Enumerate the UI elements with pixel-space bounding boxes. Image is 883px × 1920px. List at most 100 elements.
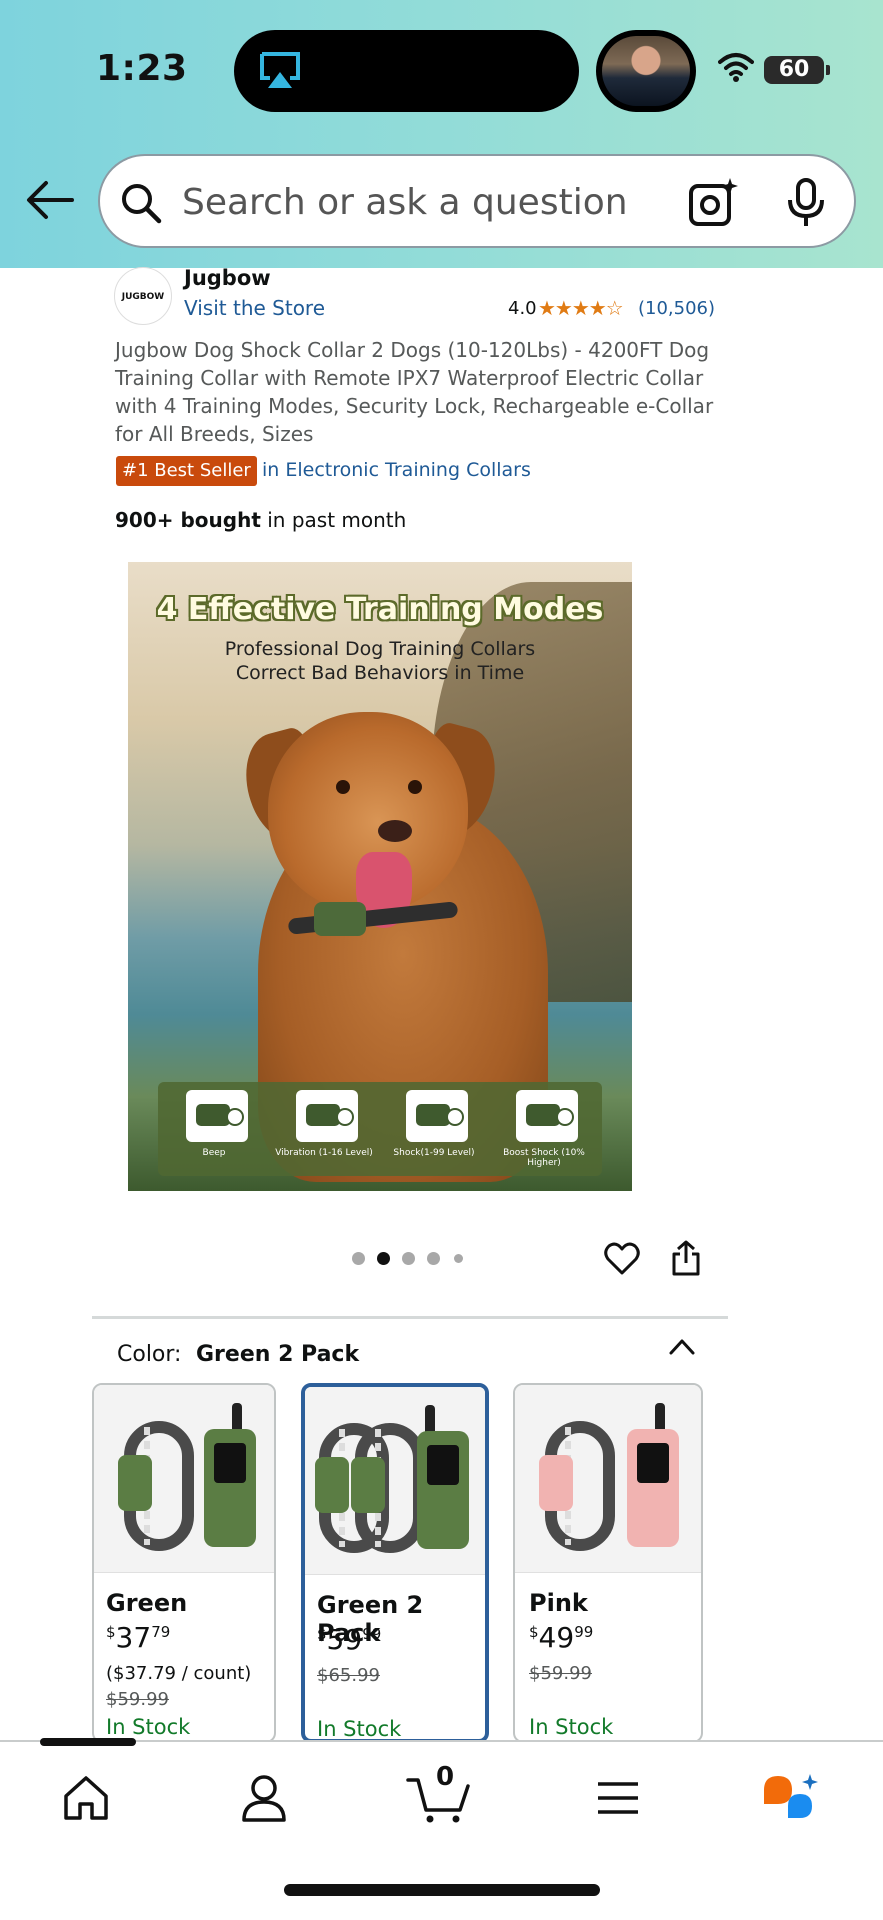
live-activity-avatar[interactable] [596, 30, 696, 112]
search-icon [122, 184, 162, 224]
swatch-green-2-pack[interactable]: Green 2 Pack $5999 $65.99 In Stock [301, 1383, 489, 1743]
swatch-green[interactable]: Green $3779 ($37.79 / count) $59.99 In S… [92, 1383, 276, 1743]
beep-icon [186, 1090, 248, 1142]
shock-icon [406, 1090, 468, 1142]
home-indicator[interactable] [284, 1884, 600, 1896]
rating-count-link[interactable]: (10,506) [638, 298, 715, 319]
wifi-icon [718, 53, 754, 82]
collar-receiver [315, 1457, 349, 1513]
carousel-dot[interactable] [352, 1252, 365, 1265]
mode-label: Boost Shock (10% Higher) [503, 1148, 585, 1168]
price-cents: 99 [362, 1625, 382, 1643]
collar-receiver [314, 902, 366, 936]
best-seller-category-link[interactable]: in Electronic Training Collars [262, 459, 531, 481]
microphone-icon[interactable] [786, 178, 826, 228]
share-icon[interactable] [670, 1240, 702, 1276]
back-arrow-icon[interactable] [24, 178, 76, 222]
currency-symbol: $ [529, 1623, 539, 1641]
search-bar[interactable]: Search or ask a question [98, 154, 856, 248]
heart-icon[interactable] [604, 1242, 640, 1276]
swatch-list-price: $59.99 [529, 1663, 592, 1684]
swatch-price: $5999 [317, 1623, 381, 1656]
mode-label: Vibration (1-16 Level) [275, 1148, 373, 1158]
price-cents: 99 [574, 1623, 594, 1641]
mode-label: Beep [202, 1148, 226, 1158]
carousel-dot[interactable] [402, 1252, 415, 1265]
menu-icon[interactable] [592, 1772, 644, 1824]
battery-icon: 60 [764, 56, 830, 84]
swatch-unit-price: ($37.79 / count) [106, 1663, 252, 1684]
price-dollars: 59 [326, 1623, 363, 1656]
carousel-dot-active[interactable] [377, 1252, 390, 1265]
swatch-price: $3779 [106, 1621, 170, 1654]
camera-search-icon[interactable] [688, 176, 740, 228]
bought-count: 900+ bought in past month [115, 508, 406, 532]
boost-shock-icon [516, 1090, 578, 1142]
swatch-image [305, 1387, 485, 1575]
airplay-icon [260, 52, 300, 88]
currency-symbol: $ [317, 1625, 327, 1643]
swatch-stock: In Stock [529, 1715, 614, 1739]
remote [204, 1429, 256, 1547]
dog-eye-left [336, 780, 350, 794]
collar-receiver [118, 1455, 152, 1511]
image-subheading-2: Correct Bad Behaviors in Time [235, 662, 525, 684]
mode-label: Shock(1-99 Level) [393, 1148, 475, 1158]
dog-eye-right [408, 780, 422, 794]
mode-beep: Beep [164, 1090, 264, 1170]
visit-store-link[interactable]: Visit the Store [184, 296, 325, 320]
home-icon[interactable] [60, 1772, 112, 1824]
cart-count: 0 [436, 1762, 455, 1792]
vibration-icon [296, 1090, 358, 1142]
battery-level: 60 [778, 57, 810, 82]
best-seller-badge[interactable]: #1 Best Seller [116, 456, 257, 486]
product-title: Jugbow Dog Shock Collar 2 Dogs (10-120Lb… [115, 338, 714, 446]
swatch-stock: In Stock [106, 1715, 191, 1739]
carousel-dot[interactable] [454, 1254, 463, 1263]
bought-count-rest: in past month [260, 508, 407, 532]
chevron-up-icon[interactable] [668, 1336, 696, 1356]
search-input[interactable]: Search or ask a question [182, 182, 628, 223]
top-header: 1:23 60 Search or ask a question [0, 0, 883, 268]
product-image[interactable]: 4 Effective Training Modes Professional … [128, 562, 632, 1191]
swatch-pink[interactable]: Pink $4999 $59.99 In Stock [513, 1383, 703, 1743]
price-dollars: 49 [538, 1621, 575, 1654]
brand-logo[interactable]: JUGBOW [114, 267, 172, 325]
swatch-name: Green [106, 1589, 188, 1617]
remote [417, 1431, 469, 1549]
star-rating-icon[interactable]: ★★★★☆ [538, 296, 624, 320]
swatch-list-price: $65.99 [317, 1665, 380, 1686]
swatch-list-price: $59.99 [106, 1689, 169, 1710]
carousel-dot[interactable] [427, 1252, 440, 1265]
status-time: 1:23 [96, 48, 188, 89]
divider [92, 1316, 728, 1319]
mode-boost-shock: Boost Shock (10% Higher) [494, 1090, 594, 1170]
image-subheading-1: Professional Dog Training Collars [224, 638, 536, 660]
image-heading: 4 Effective Training Modes [156, 592, 604, 627]
dog-nose [378, 820, 412, 842]
color-label: Color: [117, 1342, 182, 1367]
collar-receiver [351, 1457, 385, 1513]
color-value: Green 2 Pack [196, 1342, 360, 1367]
price-cents: 79 [151, 1623, 171, 1641]
currency-symbol: $ [106, 1623, 116, 1641]
dynamic-island[interactable] [234, 30, 579, 112]
swatch-stock: In Stock [317, 1717, 402, 1741]
price-dollars: 37 [115, 1621, 152, 1654]
rating-value: 4.0 [508, 298, 537, 319]
avatar-image [602, 36, 690, 106]
nav-active-indicator [40, 1738, 136, 1746]
brand-name: Jugbow [184, 266, 271, 290]
swatch-price: $4999 [529, 1621, 593, 1654]
bought-count-bold: 900+ bought [115, 508, 261, 532]
swatch-image [515, 1385, 701, 1573]
collar-receiver [539, 1455, 573, 1511]
swatch-name: Pink [529, 1589, 588, 1617]
mode-shock: Shock(1-99 Level) [384, 1090, 484, 1170]
account-icon[interactable] [238, 1772, 290, 1824]
mode-vibration: Vibration (1-16 Level) [274, 1090, 374, 1170]
training-modes-panel: Beep Vibration (1-16 Level) Shock(1-99 L… [158, 1082, 602, 1176]
rufus-icon[interactable] [760, 1772, 822, 1828]
swatch-image [94, 1385, 274, 1573]
remote [627, 1429, 679, 1547]
